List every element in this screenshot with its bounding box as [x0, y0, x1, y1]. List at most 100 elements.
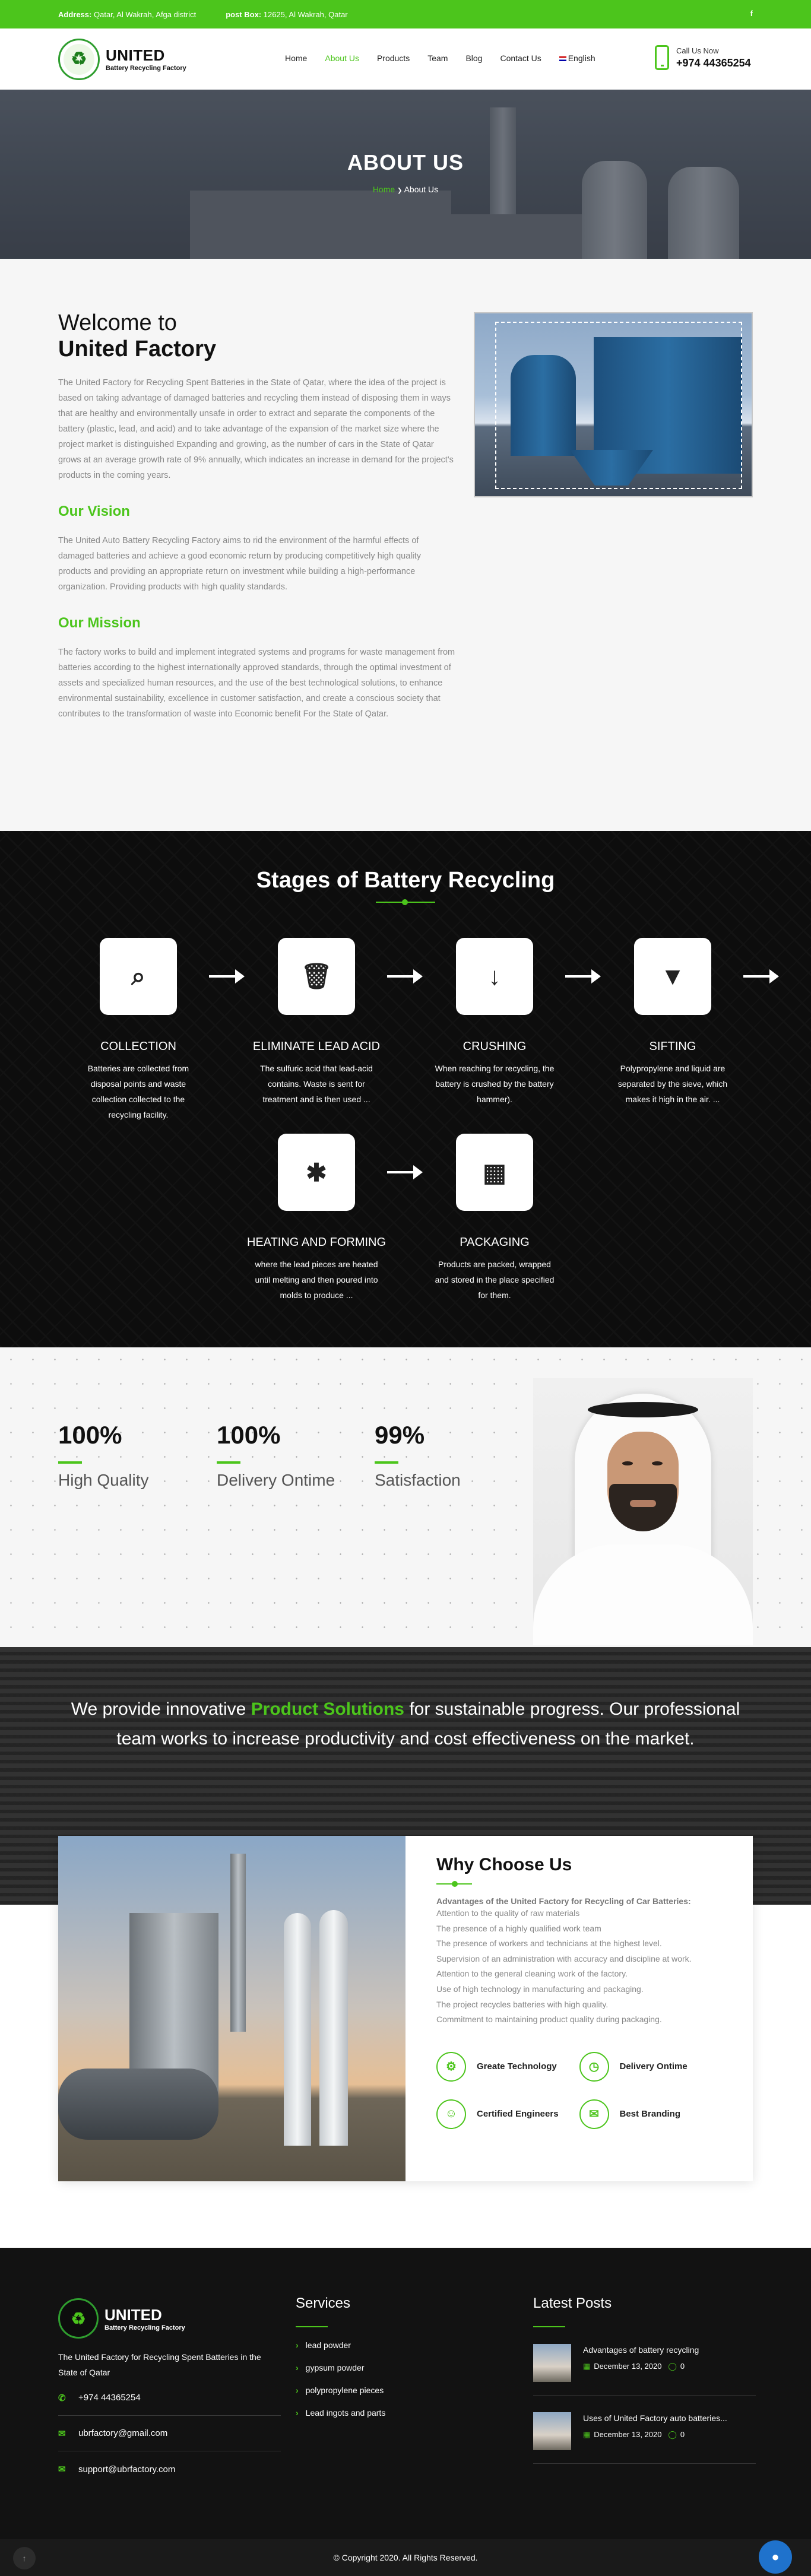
stat-value: 100%	[217, 1421, 281, 1449]
post-title: Uses of United Factory auto batteries...	[583, 2413, 727, 2423]
service-link[interactable]: lead powder	[306, 2340, 351, 2350]
footer-about-text: The United Factory for Recycling Spent B…	[58, 2352, 261, 2377]
call-number: +974 44365254	[676, 56, 751, 69]
about-section: Welcome to United Factory The United Fact…	[0, 259, 811, 831]
chat-bubble-icon[interactable]: ●	[759, 2540, 792, 2574]
recycle-logo-icon: ♻	[58, 2298, 99, 2339]
qrcode-icon: ▦	[456, 1134, 533, 1211]
stat-label: Satisfaction	[375, 1471, 461, 1489]
list-item: Use of high technology in manufacturing …	[436, 1984, 644, 1994]
nav-blog[interactable]: Blog	[465, 53, 482, 63]
stage-title: SIFTING	[649, 1040, 696, 1053]
intro-text: The United Factory for Recycling Spent B…	[58, 378, 454, 480]
top-bar: Address: Qatar, Al Wakrah, Afga district…	[0, 0, 811, 28]
envelope-icon: ✉	[58, 2464, 66, 2475]
stat-label: High Quality	[58, 1471, 149, 1489]
footer-support-email[interactable]: ✉ support@ubrfactory.com	[58, 2451, 281, 2487]
brand-subtitle: Battery Recycling Factory	[106, 65, 186, 72]
stages-heading: Stages of Battery Recycling	[256, 868, 555, 893]
stage-description: Products are packed, wrapped and stored …	[435, 1260, 555, 1300]
stage-sifting: ▼ SIFTING Polypropylene and liquid are s…	[593, 938, 753, 1107]
breadcrumb-home[interactable]: Home	[373, 185, 395, 194]
brand-name: UNITED	[106, 46, 165, 64]
footer-phone[interactable]: ✆ +974 44365254	[58, 2380, 281, 2416]
nav-contact-us[interactable]: Contact Us	[500, 53, 541, 63]
phone-icon: ✆	[58, 2393, 66, 2403]
service-link[interactable]: Lead ingots and parts	[306, 2408, 386, 2418]
breadcrumb-separator-icon: ❯	[397, 188, 403, 194]
post-thumbnail	[533, 2412, 571, 2450]
cta-highlight: Product Solutions	[251, 1699, 404, 1719]
feature-branding: ✉ Best Branding	[579, 2090, 723, 2138]
vision-text: The United Auto Battery Recycling Factor…	[58, 536, 421, 592]
facebook-icon[interactable]: f	[750, 9, 753, 18]
po-box: post Box: 12625, Al Wakrah, Qatar	[226, 9, 348, 19]
recycling-stages: Stages of Battery Recycling ⌕ COLLECTION…	[0, 831, 811, 1347]
cta-text: We provide innovative Product Solutions …	[71, 1699, 740, 1749]
site-footer: ♻ UNITED Battery Recycling Factory The Un…	[0, 2248, 811, 2576]
stage-title: ELIMINATE LEAD ACID	[252, 1040, 381, 1053]
nav-team[interactable]: Team	[427, 53, 448, 63]
recycle-logo-icon: ♻	[58, 38, 100, 80]
stage-description: Batteries are collected from disposal po…	[87, 1064, 189, 1119]
stage-title: COLLECTION	[100, 1040, 176, 1053]
search-icon: ⌕	[100, 938, 177, 1015]
why-choose-us: Why Choose Us Advantages of the United F…	[0, 1836, 811, 2248]
nav-products[interactable]: Products	[377, 53, 410, 63]
stage-title: CRUSHING	[462, 1040, 527, 1053]
posts-heading: Latest Posts	[533, 2295, 612, 2311]
filter-icon: ▼	[634, 938, 711, 1015]
stat-value: 99%	[375, 1421, 425, 1449]
post-item[interactable]: Advantages of battery recycling ▦ Decembe…	[533, 2344, 756, 2396]
post-item[interactable]: Uses of United Factory auto batteries...…	[533, 2412, 756, 2464]
list-item: Attention to the quality of raw material…	[436, 1908, 580, 1918]
list-item: Supervision of an administration with ac…	[436, 1953, 692, 1963]
factory-image	[474, 312, 753, 497]
nav-language[interactable]: English	[559, 53, 595, 63]
advantages-list: Attention to the quality of raw material…	[436, 1906, 722, 2028]
stats-section: 100% High Quality 100% Delivery Ontime 9…	[0, 1347, 811, 1647]
stage-description: The sulfuric acid that lead-acid contain…	[260, 1064, 373, 1104]
site-header: ♻ UNITED Battery Recycling Factory Home …	[0, 28, 811, 90]
call-us[interactable]: Call Us Now +974 44365254	[655, 45, 751, 70]
footer-logo[interactable]: ♻ UNITED Battery Recycling Factory	[58, 2298, 281, 2339]
stage-description: where the lead pieces are heated until m…	[255, 1260, 378, 1300]
list-item: The presence of workers and technicians …	[436, 1939, 662, 1949]
why-card: Why Choose Us Advantages of the United F…	[58, 1836, 753, 2181]
stat-value: 100%	[58, 1421, 122, 1449]
vision-heading: Our Vision	[58, 503, 130, 519]
arrow-right-icon	[743, 969, 779, 984]
flag-icon	[559, 56, 566, 61]
site-logo[interactable]: ♻ UNITED Battery Recycling Factory	[58, 38, 186, 80]
stage-title: HEATING AND FORMING	[246, 1236, 387, 1249]
plant-image	[58, 1836, 406, 2181]
post-thumbnail	[533, 2344, 571, 2382]
stage-collection: ⌕ COLLECTION Batteries are collected fro…	[58, 938, 218, 1122]
nav-home[interactable]: Home	[285, 53, 307, 63]
page-title: ABOUT US	[347, 150, 464, 175]
feature-technology: ⚙ Greate Technology	[436, 2043, 579, 2090]
service-link[interactable]: gypsum powder	[306, 2363, 365, 2372]
technology-icon: ⚙	[436, 2051, 466, 2082]
nav-about-us[interactable]: About Us	[325, 53, 359, 63]
post-title: Advantages of battery recycling	[583, 2345, 699, 2355]
footer-email[interactable]: ✉ ubrfactory@gmail.com	[58, 2416, 281, 2451]
heading-divider	[376, 899, 435, 905]
stage-heating-and-forming: ✱ HEATING AND FORMING where the lead pie…	[236, 1134, 397, 1303]
service-link[interactable]: polypropylene pieces	[306, 2385, 384, 2395]
footer-services: Services lead powder gypsum powder polyp…	[296, 2295, 385, 2418]
comment-icon: ◯	[668, 2430, 677, 2439]
services-heading: Services	[296, 2295, 351, 2311]
trash-icon: 🗑	[278, 938, 355, 1015]
megaphone-icon: ✉	[579, 2099, 609, 2129]
calendar-icon: ▦	[583, 2362, 591, 2371]
arrow-down-icon: ↓	[456, 938, 533, 1015]
clock-icon: ◷	[579, 2051, 609, 2082]
stat-satisfaction: 99% Satisfaction	[375, 1421, 461, 1490]
mission-text: The factory works to build and implement…	[58, 648, 455, 719]
copyright: © Copyright 2020. All Rights Reserved.	[333, 2553, 478, 2562]
engineer-icon: ☺	[436, 2099, 466, 2129]
back-to-top-icon[interactable]: ↑	[13, 2547, 36, 2569]
stat-label: Delivery Ontime	[217, 1471, 335, 1489]
footer-bottom: ↑ © Copyright 2020. All Rights Reserved.…	[0, 2539, 811, 2576]
